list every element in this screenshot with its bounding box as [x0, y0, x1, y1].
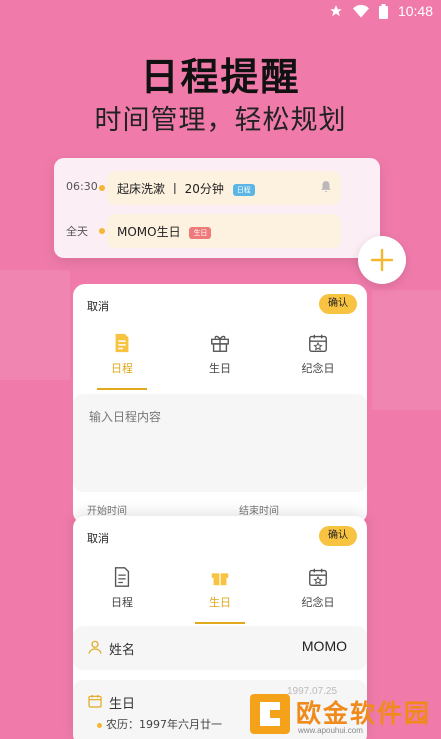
hero-subtitle: 时间管理，轻松规划 — [94, 105, 347, 136]
schedule-form-card: 取消 确认 日程 生日 纪念日 输入日程内容 开始时间 结束时间 — [73, 284, 367, 524]
cancel-button[interactable]: 取消 — [87, 298, 109, 314]
document-icon — [114, 567, 130, 587]
person-icon — [88, 640, 102, 654]
reminder-dot — [99, 228, 105, 234]
reminder-text: 起床洗漱 丨 20分钟 — [117, 182, 224, 196]
tab-schedule[interactable]: 日程 — [73, 566, 171, 624]
reminder-pill: 起床洗漱 丨 20分钟 日程 — [107, 171, 341, 205]
name-value: MOMO — [301, 638, 347, 654]
reminder-dot — [99, 185, 105, 191]
start-time-label: 开始时间 — [87, 506, 127, 517]
tab-label: 纪念日 — [301, 362, 335, 375]
hero-title: 日程提醒 — [140, 55, 301, 99]
tab-active-indicator — [195, 622, 245, 624]
type-tabs: 日程 生日 纪念日 — [73, 566, 367, 626]
confirm-button[interactable]: 确认 — [319, 294, 357, 314]
reminder-pill: MOMO生日 生日 — [107, 214, 341, 248]
type-tabs: 日程 生日 纪念日 — [73, 332, 367, 392]
tab-schedule[interactable]: 日程 — [73, 332, 171, 390]
schedule-content-input[interactable]: 输入日程内容 — [73, 394, 367, 492]
document-icon — [115, 333, 129, 353]
status-time: 10:48 — [397, 3, 433, 19]
cancel-button[interactable]: 取消 — [87, 530, 109, 546]
reminder-text: MOMO生日 — [117, 225, 181, 239]
watermark-subtext: www.apouhui.com — [298, 726, 363, 735]
battery-icon — [378, 3, 388, 19]
content-placeholder: 输入日程内容 — [89, 410, 162, 424]
plus-icon — [370, 248, 394, 272]
reminder-list-card: 06:30 起床洗漱 丨 20分钟 日程 全天 MOMO生日 生日 — [54, 158, 380, 258]
logo-icon — [260, 702, 280, 726]
reminder-item[interactable]: 全天 MOMO生日 生日 — [54, 214, 380, 248]
confirm-button[interactable]: 确认 — [319, 526, 357, 546]
tab-label: 日程 — [111, 596, 133, 609]
name-label: 姓名 — [109, 643, 136, 658]
lunar-date: 农历：1997年六月廿一 — [97, 716, 222, 732]
reminder-item[interactable]: 06:30 起床洗漱 丨 20分钟 日程 — [54, 171, 380, 205]
add-button[interactable] — [358, 236, 406, 284]
gift-icon — [211, 335, 229, 352]
wifi-icon — [352, 4, 369, 18]
tab-birthday[interactable]: 生日 — [171, 566, 269, 624]
watermark-logo — [250, 694, 290, 734]
status-bar: 10:48 — [0, 0, 441, 24]
reminder-tag: 日程 — [232, 183, 255, 196]
tab-label: 日程 — [111, 362, 133, 375]
calendar-star-icon — [309, 568, 327, 586]
background-decoration — [372, 290, 441, 410]
background-decoration — [0, 270, 70, 380]
lunar-value: 农历：1997年六月廿一 — [106, 718, 222, 731]
star-icon — [330, 5, 342, 17]
watermark-text: 欧金软件园 — [296, 699, 432, 728]
tab-label: 纪念日 — [301, 596, 335, 609]
birthday-label: 生日 — [109, 697, 136, 712]
end-time-label: 结束时间 — [239, 506, 279, 517]
tab-active-indicator — [97, 388, 147, 390]
calendar-icon — [88, 695, 102, 708]
tab-label: 生日 — [209, 362, 231, 375]
calendar-star-icon — [309, 334, 327, 352]
tab-birthday[interactable]: 生日 — [171, 332, 269, 390]
tab-anniversary[interactable]: 纪念日 — [269, 332, 367, 390]
gift-icon — [211, 569, 229, 586]
bell-icon[interactable] — [319, 180, 333, 194]
name-field[interactable]: 姓名 MOMO — [73, 626, 367, 670]
watermark: 欧金软件园 www.apouhui.com — [244, 690, 441, 739]
lunar-dot — [97, 722, 102, 728]
tab-anniversary[interactable]: 纪念日 — [269, 566, 367, 624]
reminder-tag: 生日 — [189, 226, 212, 239]
tab-label: 生日 — [209, 596, 231, 609]
